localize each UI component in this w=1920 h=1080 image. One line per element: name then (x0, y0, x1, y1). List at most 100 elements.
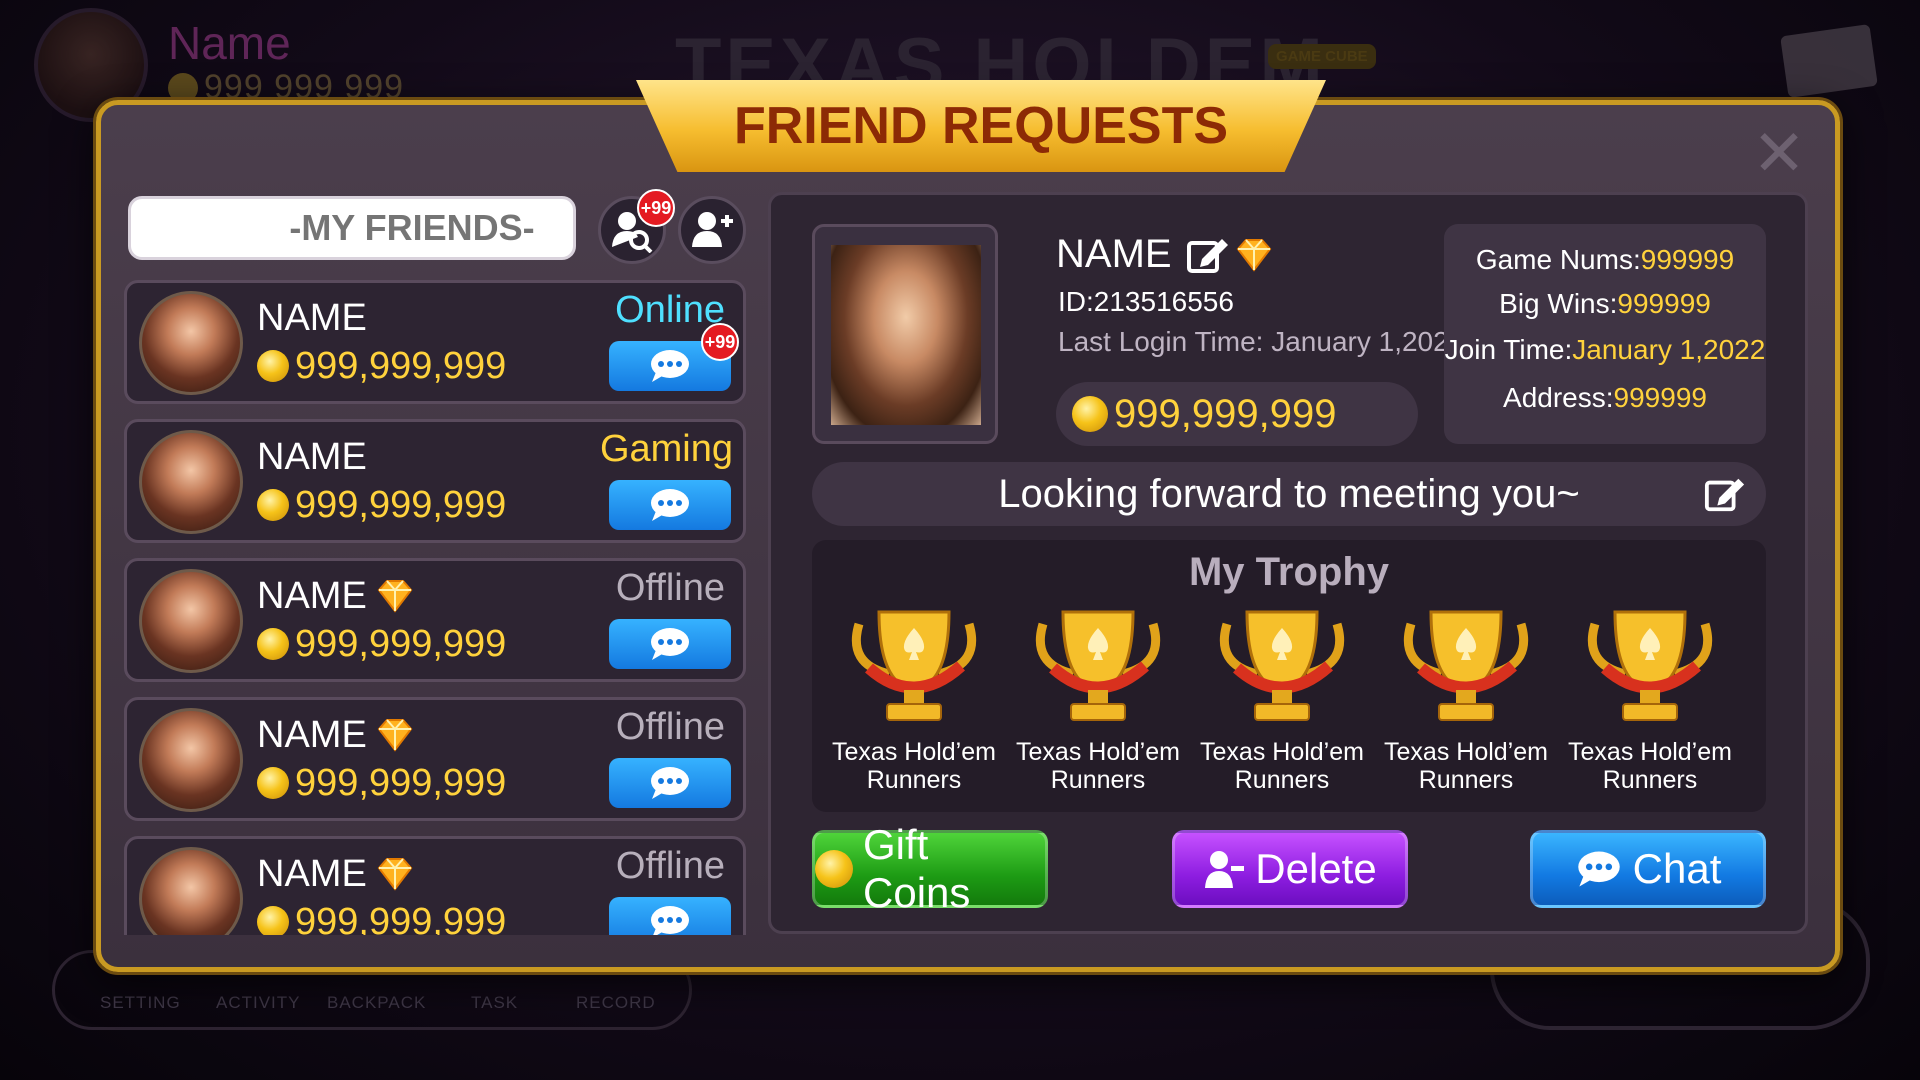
chat-bubble-icon (651, 628, 689, 660)
close-icon[interactable]: ✕ (1752, 121, 1806, 185)
friend-row[interactable]: NAME 999,999,999 Offline (124, 697, 746, 821)
game-badge: GAME CUBE (1268, 44, 1376, 69)
profile-photo (831, 245, 981, 425)
trophy-icon (1219, 610, 1345, 721)
requests-count-badge: +99 (637, 189, 675, 227)
bio-text: Looking forward to meeting you~ (998, 471, 1580, 516)
friend-chat-button[interactable]: +99 (609, 323, 739, 391)
coin-icon (257, 628, 289, 660)
diamond-vip-icon (1236, 238, 1271, 272)
diamond-vip-icon (377, 719, 413, 752)
trophy-label: Texas Hold’em Runners (1200, 738, 1364, 794)
modal-title: FRIEND REQUESTS (733, 97, 1229, 155)
chat-label: Chat (1632, 845, 1722, 892)
nav-record: RECORD (576, 993, 656, 1012)
remove-user-icon (1203, 848, 1245, 890)
friend-row[interactable]: NAME 999,999,999 Offline (124, 558, 746, 682)
nav-backpack: BACKPACK (327, 993, 427, 1012)
coin-icon (1072, 396, 1108, 432)
profile-name: NAME (1056, 232, 1274, 277)
friend-requests-button[interactable]: +99 (598, 189, 675, 264)
friend-chat-button[interactable] (609, 897, 731, 935)
profile-last-login: Last Login Time: January 1,2022 (1058, 326, 1465, 357)
trophy-item: Texas Hold’em Runners (1376, 604, 1556, 804)
chat-bubble-icon (651, 489, 689, 521)
profile-id: ID:213516556 (1058, 286, 1234, 317)
trophy-icon (1587, 610, 1713, 721)
avatar (139, 708, 243, 812)
coin-icon (257, 906, 289, 935)
nav-activity: ACTIVITY (216, 993, 301, 1012)
chat-bubble-icon (651, 906, 689, 935)
unread-badge: +99 (701, 323, 739, 361)
trophy-icon (851, 610, 977, 721)
chat-bubble-icon (1575, 849, 1623, 889)
coin-icon (257, 350, 289, 382)
coin-icon (168, 73, 198, 103)
friend-coins: 999,999,999 (257, 623, 506, 666)
trophy-section: My Trophy Texas Hold’em Runners Texas Hol… (812, 540, 1766, 812)
trophy-title: My Trophy (1188, 550, 1390, 594)
trophy-label: Texas Hold’em Runners (1568, 738, 1732, 794)
friend-row[interactable]: NAME 999,999,999 Offline (124, 836, 746, 935)
stat-address: Address:999999 (1503, 382, 1707, 413)
coin-icon (815, 850, 853, 888)
chat-bubble-icon (651, 767, 689, 799)
friend-status: Gaming (599, 428, 733, 470)
gift-coins-button[interactable]: Gift Coins (812, 821, 1048, 916)
profile-photo-frame (812, 224, 998, 444)
friend-coins: 999,999,999 (257, 762, 506, 805)
friend-status: Offline (615, 845, 725, 887)
player-name: Name (168, 17, 291, 69)
trophy-item: Texas Hold’em Runners (1008, 604, 1188, 804)
search-input[interactable] (131, 207, 653, 249)
friend-name: NAME (257, 575, 415, 618)
friend-status: Offline (615, 567, 725, 609)
avatar (139, 569, 243, 673)
trophy-label: Texas Hold’em Runners (1384, 738, 1548, 794)
friend-chat-button[interactable] (609, 480, 731, 530)
avatar (139, 430, 243, 534)
edit-bio-icon[interactable] (1704, 474, 1746, 514)
avatar (139, 847, 243, 935)
friend-status: Offline (615, 706, 725, 748)
trophy-item: Texas Hold’em Runners (1560, 604, 1740, 804)
trophy-item: Texas Hold’em Runners (824, 604, 1004, 804)
friend-coins: 999,999,999 (257, 484, 506, 527)
friend-row[interactable]: NAME 999,999,999 Gaming (124, 419, 746, 543)
chat-bubble-icon (651, 350, 689, 382)
profile-stats: Game Nums:999999 Big Wins:999999 Join Ti… (1444, 224, 1766, 444)
friend-name: NAME (257, 853, 415, 896)
stat-join-time: Join Time:January 1,2022 (1444, 334, 1766, 365)
friend-name: NAME (257, 714, 415, 757)
nav-setting: SETTING (100, 993, 181, 1012)
title-banner: FRIEND REQUESTS (636, 80, 1326, 172)
stat-game-nums: Game Nums:999999 (1475, 244, 1735, 275)
profile-coins: 999,999,999 (1056, 382, 1418, 446)
trophy-label: Texas Hold’em Runners (1016, 738, 1180, 794)
friend-search (128, 196, 653, 260)
mail-icon (1780, 24, 1878, 98)
delete-label: Delete (1255, 845, 1377, 892)
trophy-icon (1403, 610, 1529, 721)
add-friend-button[interactable] (678, 196, 746, 264)
friend-list: NAME 999,999,999 Online +99 NAME 999,999… (124, 280, 746, 935)
friend-name: NAME (257, 436, 367, 478)
edit-name-icon[interactable] (1186, 235, 1230, 275)
trophy-icon (1035, 610, 1161, 721)
friend-chat-button[interactable] (609, 758, 731, 808)
chat-button[interactable]: Chat (1530, 830, 1766, 908)
friend-coins: 999,999,999 (257, 901, 506, 935)
profile-bio: Looking forward to meeting you~ (812, 462, 1766, 526)
friend-name: NAME (257, 297, 367, 339)
nav-task: TASK (471, 993, 519, 1012)
gift-coins-label: Gift Coins (863, 821, 971, 916)
coin-icon (257, 489, 289, 521)
delete-friend-button[interactable]: Delete (1172, 830, 1408, 908)
friend-row[interactable]: NAME 999,999,999 Online +99 (124, 280, 746, 404)
trophy-label: Texas Hold’em Runners (832, 738, 996, 794)
friend-coins: 999,999,999 (257, 345, 506, 388)
avatar (139, 291, 243, 395)
friend-chat-button[interactable] (609, 619, 731, 669)
coin-icon (257, 767, 289, 799)
